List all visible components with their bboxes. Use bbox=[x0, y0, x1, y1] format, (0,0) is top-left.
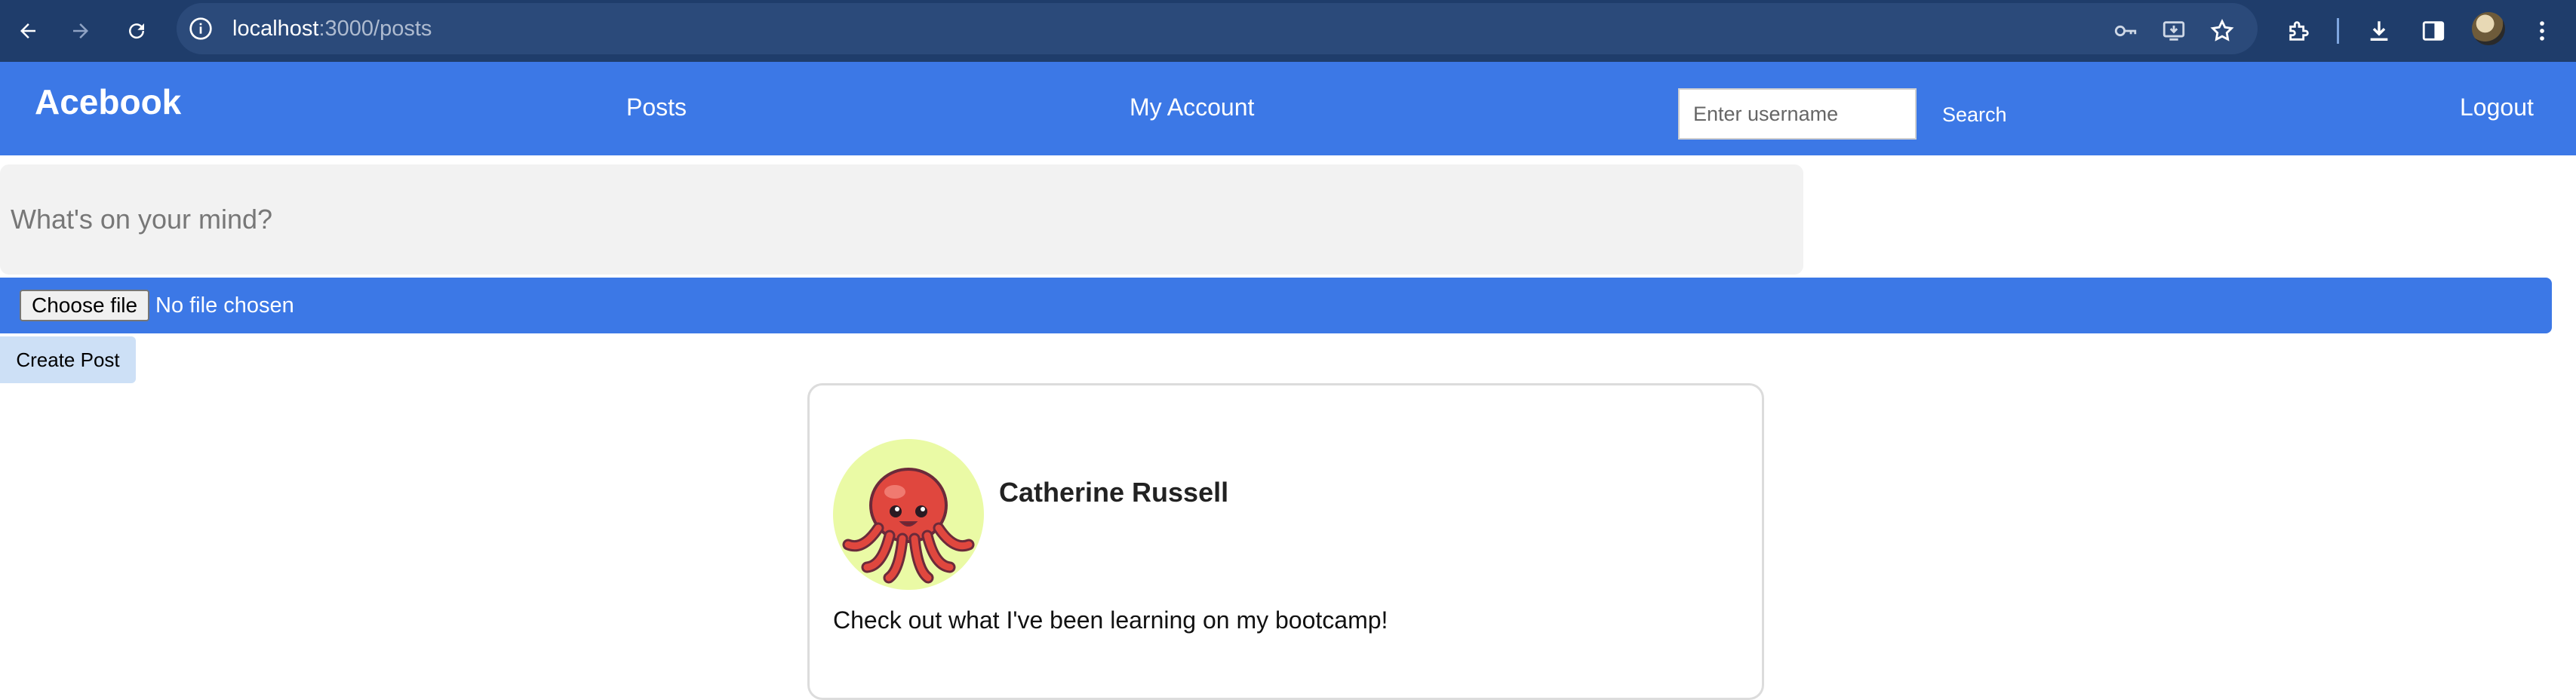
side-panel-icon[interactable] bbox=[2418, 15, 2449, 47]
app-navbar bbox=[0, 62, 2576, 155]
brand-logo[interactable]: Acebook bbox=[35, 79, 181, 124]
toolbar-divider bbox=[2337, 18, 2339, 44]
downloads-icon[interactable] bbox=[2363, 15, 2395, 47]
post-text-input[interactable] bbox=[0, 164, 1803, 275]
install-app-icon[interactable] bbox=[2158, 15, 2190, 47]
forward-icon[interactable] bbox=[63, 14, 98, 48]
url-text[interactable]: localhost:3000/posts bbox=[232, 14, 432, 44]
author-avatar[interactable] bbox=[833, 439, 984, 590]
url-path: :3000/posts bbox=[318, 17, 432, 41]
nav-posts-link[interactable]: Posts bbox=[626, 91, 687, 124]
choose-file-button[interactable]: Choose file bbox=[20, 290, 150, 321]
site-info-icon[interactable] bbox=[189, 17, 213, 41]
more-menu-icon[interactable] bbox=[2526, 15, 2558, 47]
nav-my-account-link[interactable]: My Account bbox=[1130, 91, 1254, 124]
logout-link[interactable]: Logout bbox=[2460, 91, 2534, 124]
post-author-name[interactable]: Catherine Russell bbox=[999, 475, 1228, 510]
extensions-puzzle-icon[interactable] bbox=[2283, 15, 2315, 47]
file-status-text: No file chosen bbox=[155, 293, 294, 318]
create-post-button[interactable]: Create Post bbox=[0, 336, 136, 383]
password-key-icon[interactable] bbox=[2110, 15, 2141, 47]
back-icon[interactable] bbox=[11, 14, 45, 48]
bookmark-star-icon[interactable] bbox=[2206, 15, 2238, 47]
search-button[interactable]: Search bbox=[1929, 94, 2021, 136]
reload-icon[interactable] bbox=[119, 14, 154, 48]
post-body-text: Check out what I've been learning on my … bbox=[833, 606, 1388, 634]
profile-avatar[interactable] bbox=[2472, 12, 2505, 45]
address-bar[interactable] bbox=[177, 3, 2258, 54]
file-upload-row bbox=[0, 278, 2552, 333]
username-search-input[interactable] bbox=[1678, 88, 1917, 140]
octopus-icon bbox=[842, 468, 975, 584]
url-host: localhost bbox=[232, 17, 319, 41]
